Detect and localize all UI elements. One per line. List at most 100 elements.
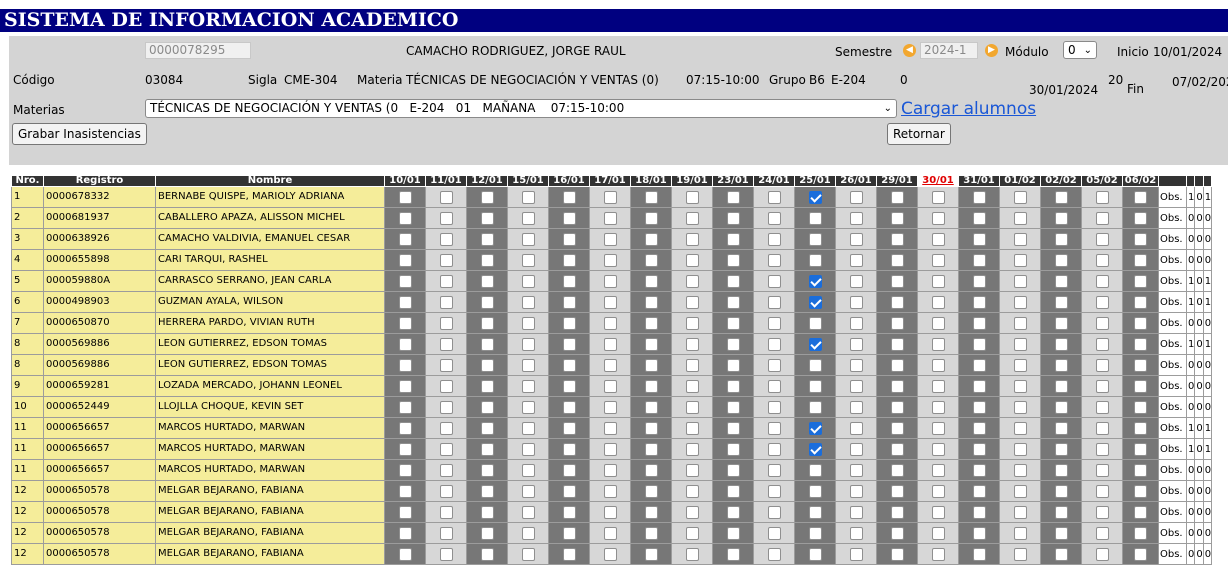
attendance-checkbox[interactable] (685, 211, 699, 225)
attendance-checkbox[interactable] (644, 232, 658, 246)
attendance-checkbox[interactable] (644, 316, 658, 330)
attendance-checkbox[interactable] (767, 526, 781, 540)
attendance-checkbox[interactable] (1054, 379, 1068, 393)
attendance-checkbox[interactable] (439, 505, 453, 519)
attendance-checkbox[interactable] (398, 316, 412, 330)
attendance-checkbox[interactable] (1054, 316, 1068, 330)
attendance-checkbox[interactable] (685, 421, 699, 435)
attendance-checkbox[interactable] (1054, 421, 1068, 435)
attendance-checkbox[interactable] (849, 190, 863, 204)
attendance-checkbox[interactable] (808, 337, 822, 351)
attendance-checkbox[interactable] (521, 358, 535, 372)
attendance-checkbox[interactable] (767, 505, 781, 519)
attendance-checkbox[interactable] (808, 526, 822, 540)
attendance-checkbox[interactable] (562, 505, 576, 519)
attendance-checkbox[interactable] (726, 232, 740, 246)
attendance-checkbox[interactable] (931, 463, 945, 477)
obs-link[interactable]: Obs. (1158, 459, 1187, 481)
attendance-checkbox[interactable] (398, 337, 412, 351)
attendance-checkbox[interactable] (890, 526, 904, 540)
attendance-checkbox[interactable] (849, 526, 863, 540)
attendance-checkbox[interactable] (726, 400, 740, 414)
attendance-checkbox[interactable] (931, 211, 945, 225)
attendance-checkbox[interactable] (808, 505, 822, 519)
attendance-checkbox[interactable] (972, 337, 986, 351)
attendance-checkbox[interactable] (767, 442, 781, 456)
attendance-checkbox[interactable] (726, 463, 740, 477)
attendance-checkbox[interactable] (562, 358, 576, 372)
attendance-checkbox[interactable] (767, 211, 781, 225)
attendance-checkbox[interactable] (849, 295, 863, 309)
attendance-checkbox[interactable] (1134, 337, 1147, 351)
attendance-checkbox[interactable] (1095, 211, 1109, 225)
retornar-button[interactable]: Retornar (887, 123, 951, 145)
attendance-checkbox[interactable] (685, 442, 699, 456)
attendance-checkbox[interactable] (1134, 316, 1147, 330)
attendance-checkbox[interactable] (890, 505, 904, 519)
attendance-checkbox[interactable] (439, 484, 453, 498)
attendance-checkbox[interactable] (562, 190, 576, 204)
attendance-checkbox[interactable] (644, 463, 658, 477)
obs-link[interactable]: Obs. (1158, 333, 1187, 355)
attendance-checkbox[interactable] (890, 274, 904, 288)
attendance-checkbox[interactable] (849, 421, 863, 435)
attendance-checkbox[interactable] (1095, 379, 1109, 393)
attendance-checkbox[interactable] (562, 274, 576, 288)
attendance-checkbox[interactable] (439, 463, 453, 477)
attendance-checkbox[interactable] (1054, 274, 1068, 288)
attendance-checkbox[interactable] (767, 463, 781, 477)
attendance-checkbox[interactable] (562, 337, 576, 351)
attendance-checkbox[interactable] (562, 526, 576, 540)
attendance-checkbox[interactable] (1134, 442, 1147, 456)
attendance-checkbox[interactable] (603, 400, 617, 414)
attendance-checkbox[interactable] (726, 484, 740, 498)
attendance-checkbox[interactable] (849, 484, 863, 498)
attendance-checkbox[interactable] (1134, 358, 1147, 372)
attendance-checkbox[interactable] (767, 316, 781, 330)
attendance-checkbox[interactable] (644, 442, 658, 456)
attendance-checkbox[interactable] (1013, 526, 1027, 540)
attendance-checkbox[interactable] (890, 232, 904, 246)
attendance-checkbox[interactable] (1134, 484, 1147, 498)
attendance-checkbox[interactable] (480, 421, 494, 435)
attendance-checkbox[interactable] (480, 295, 494, 309)
attendance-checkbox[interactable] (521, 421, 535, 435)
attendance-checkbox[interactable] (480, 505, 494, 519)
attendance-checkbox[interactable] (398, 421, 412, 435)
attendance-checkbox[interactable] (439, 547, 453, 561)
attendance-checkbox[interactable] (603, 379, 617, 393)
attendance-checkbox[interactable] (1134, 295, 1147, 309)
attendance-checkbox[interactable] (972, 505, 986, 519)
attendance-checkbox[interactable] (808, 274, 822, 288)
attendance-checkbox[interactable] (1013, 232, 1027, 246)
attendance-checkbox[interactable] (685, 379, 699, 393)
attendance-checkbox[interactable] (562, 232, 576, 246)
attendance-checkbox[interactable] (398, 274, 412, 288)
attendance-checkbox[interactable] (808, 463, 822, 477)
attendance-checkbox[interactable] (972, 400, 986, 414)
attendance-checkbox[interactable] (972, 547, 986, 561)
obs-link[interactable]: Obs. (1158, 480, 1187, 502)
attendance-checkbox[interactable] (521, 253, 535, 267)
attendance-checkbox[interactable] (603, 337, 617, 351)
attendance-checkbox[interactable] (808, 421, 822, 435)
attendance-checkbox[interactable] (767, 232, 781, 246)
attendance-checkbox[interactable] (1013, 211, 1027, 225)
attendance-checkbox[interactable] (603, 358, 617, 372)
attendance-checkbox[interactable] (1013, 484, 1027, 498)
attendance-checkbox[interactable] (439, 274, 453, 288)
attendance-checkbox[interactable] (603, 190, 617, 204)
attendance-checkbox[interactable] (726, 442, 740, 456)
attendance-checkbox[interactable] (1134, 505, 1147, 519)
attendance-checkbox[interactable] (849, 463, 863, 477)
attendance-checkbox[interactable] (931, 526, 945, 540)
attendance-checkbox[interactable] (808, 190, 822, 204)
attendance-checkbox[interactable] (644, 211, 658, 225)
obs-link[interactable]: Obs. (1158, 438, 1187, 460)
attendance-checkbox[interactable] (439, 295, 453, 309)
attendance-checkbox[interactable] (603, 232, 617, 246)
attendance-checkbox[interactable] (685, 463, 699, 477)
attendance-checkbox[interactable] (480, 316, 494, 330)
attendance-checkbox[interactable] (439, 232, 453, 246)
attendance-checkbox[interactable] (685, 274, 699, 288)
